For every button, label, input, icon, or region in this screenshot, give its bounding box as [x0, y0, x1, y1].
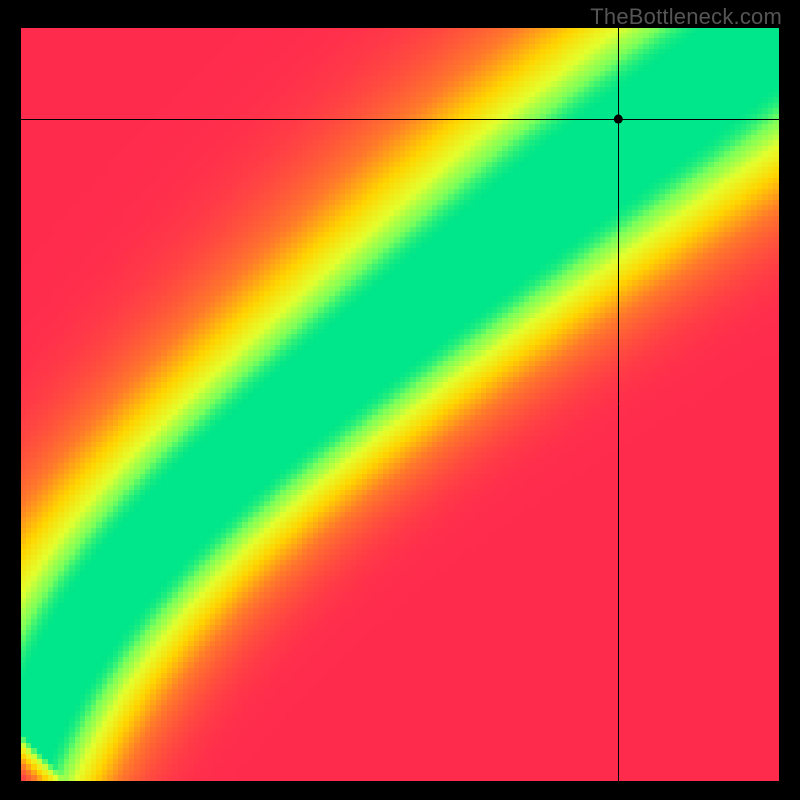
heatmap-plot [21, 28, 779, 781]
watermark-text: TheBottleneck.com [590, 4, 782, 30]
overlay-canvas [21, 28, 779, 781]
chart-container: TheBottleneck.com [0, 0, 800, 800]
